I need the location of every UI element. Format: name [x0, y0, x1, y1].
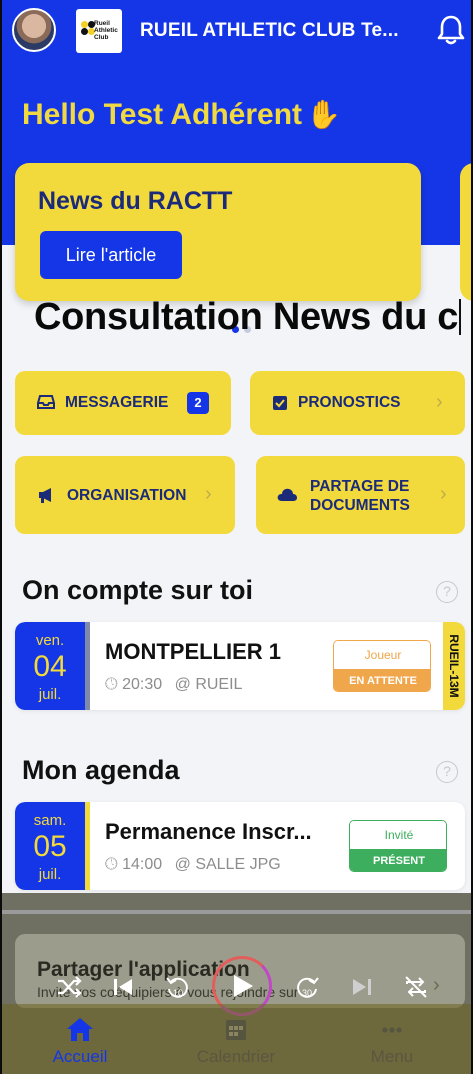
tile-pronostics[interactable]: PRONOSTICS ›	[250, 371, 465, 435]
event-card-agenda[interactable]: sam. 05 juil. Permanence Inscr... 🕓︎ 14:…	[15, 802, 465, 890]
tile-label-line2: DOCUMENTS	[310, 497, 410, 514]
event-title: MONTPELLIER 1	[105, 639, 282, 664]
cloud-icon	[277, 488, 297, 501]
team-tag: RUEIL-13M	[443, 622, 465, 710]
date-divider	[85, 802, 90, 890]
event-card-match[interactable]: ven. 04 juil. MONTPELLIER 1 🕓︎ 20:30 @ R…	[15, 622, 465, 710]
caption-text: Consultation News du c	[34, 296, 459, 338]
play-icon[interactable]	[227, 971, 257, 1001]
status-state: EN ATTENTE	[334, 669, 430, 691]
event-meta: 🕓︎ 20:30 @ RUEIL	[105, 676, 242, 694]
team-name: RUEIL-13M	[447, 634, 461, 698]
greeting-text: Hello Test Adhérent	[22, 98, 303, 131]
news-card[interactable]: News du RACTT Lire l'article	[15, 163, 421, 301]
tile-label: ORGANISATION	[67, 487, 187, 504]
status-state: PRÉSENT	[350, 849, 446, 871]
video-progress-bar[interactable]	[2, 910, 471, 914]
tile-label-line1: PARTAGE DE	[310, 478, 410, 495]
help-icon[interactable]: ?	[436, 581, 458, 603]
news-title: News du RACTT	[38, 187, 233, 215]
video-caption: Consultation News du c	[34, 296, 462, 339]
event-time: 20:30	[122, 676, 163, 693]
section-title-agenda: Mon agenda	[22, 755, 180, 785]
event-location: RUEIL	[195, 676, 243, 693]
status-role: Joueur	[334, 641, 430, 669]
event-meta: 🕓︎ 14:00 @ SALLE JPG	[105, 856, 281, 874]
more-dots-icon	[382, 1027, 402, 1033]
app-screen: Rueil Athletic Club RUEIL ATHLETIC CLUB …	[2, 0, 471, 1074]
bell-icon[interactable]	[436, 14, 466, 46]
tab-home[interactable]: Accueil	[2, 1004, 158, 1074]
at-icon: @	[174, 676, 191, 693]
club-name[interactable]: RUEIL ATHLETIC CLUB Te...	[140, 20, 399, 42]
status-badge[interactable]: Joueur EN ATTENTE	[333, 640, 431, 692]
tab-calendar[interactable]: Calendrier	[158, 1004, 314, 1074]
chevron-right-icon: ›	[205, 483, 212, 505]
vulcan-hand-icon: ✋	[306, 99, 341, 130]
tile-label: PRONOSTICS	[298, 394, 401, 411]
chevron-right-icon: ›	[440, 483, 447, 505]
tile-messagerie[interactable]: MESSAGERIE 2	[15, 371, 231, 435]
event-month: juil.	[38, 866, 62, 883]
date-divider	[85, 622, 90, 710]
chevron-right-icon: ›	[436, 391, 443, 413]
bottom-tab-bar: Accueil Calendrier Menu	[2, 1004, 471, 1074]
tile-partage-documents[interactable]: PARTAGE DE DOCUMENTS ›	[256, 456, 465, 534]
top-bar: Rueil Athletic Club RUEIL ATHLETIC CLUB …	[2, 0, 471, 62]
svg-text:30: 30	[302, 988, 312, 998]
repeat-off-icon[interactable]	[401, 972, 431, 1002]
event-title: Permanence Inscr...	[105, 819, 312, 844]
event-day-name: sam.	[33, 812, 67, 829]
tab-menu[interactable]: Menu	[314, 1004, 470, 1074]
forward-30-icon[interactable]: 30	[292, 972, 322, 1002]
text-caret	[459, 299, 462, 335]
tile-label: PARTAGE DE DOCUMENTS	[310, 477, 410, 515]
tab-label: Accueil	[52, 1047, 108, 1066]
event-date: ven. 04 juil.	[15, 622, 85, 710]
previous-icon[interactable]	[108, 972, 138, 1002]
event-day-name: ven.	[35, 632, 65, 649]
tile-label: MESSAGERIE	[65, 394, 169, 411]
event-time: 14:00	[122, 856, 163, 873]
megaphone-icon	[39, 488, 51, 503]
checkbox-icon	[273, 396, 287, 410]
logo-mark-icon	[81, 21, 95, 41]
section-title-on-compte: On compte sur toi	[22, 575, 254, 605]
event-date: sam. 05 juil.	[15, 802, 85, 890]
next-icon[interactable]	[347, 972, 377, 1002]
event-location: SALLE JPG	[195, 856, 281, 873]
avatar[interactable]	[12, 8, 56, 52]
clock-icon: 🕓︎	[105, 856, 118, 873]
logo-text: Rueil Athletic Club	[94, 20, 118, 41]
read-article-button[interactable]: Lire l'article	[40, 231, 182, 279]
home-icon	[67, 1018, 93, 1041]
news-card-next[interactable]	[460, 163, 471, 301]
status-badge[interactable]: Invité PRÉSENT	[349, 820, 447, 872]
tile-organisation[interactable]: ORGANISATION ›	[15, 456, 235, 534]
chevron-right-icon: ›	[433, 974, 440, 996]
at-icon: @	[174, 856, 191, 873]
rewind-10-icon[interactable]: 10	[163, 972, 193, 1002]
tab-label: Calendrier	[196, 1047, 276, 1066]
greeting: Hello Test Adhérent ✋	[22, 98, 341, 132]
tab-label: Menu	[370, 1047, 414, 1066]
svg-text:10: 10	[173, 988, 183, 998]
inbox-icon	[37, 395, 55, 409]
clock-icon: 🕓︎	[105, 676, 118, 693]
status-role: Invité	[350, 821, 446, 849]
event-month: juil.	[38, 686, 62, 703]
help-icon[interactable]: ?	[436, 761, 458, 783]
calendar-icon	[226, 1020, 246, 1040]
club-logo: Rueil Athletic Club	[76, 9, 122, 53]
shuffle-icon[interactable]	[54, 972, 84, 1002]
event-day: 04	[33, 650, 67, 683]
event-day: 05	[33, 830, 67, 863]
unread-badge: 2	[187, 392, 209, 414]
